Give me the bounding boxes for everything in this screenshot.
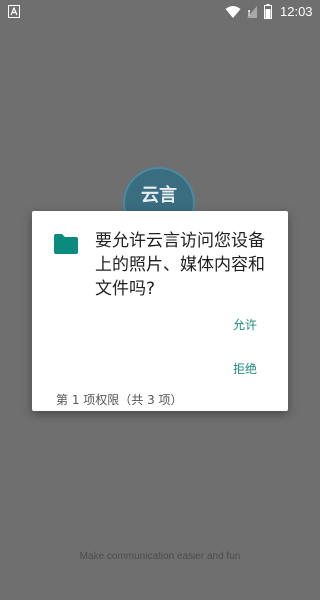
permission-dialog: 要允许云言访问您设备上的照片、媒体内容和文件吗? 允许 拒绝 第 1 项权限（共… bbox=[32, 211, 288, 411]
allow-button[interactable]: 允许 bbox=[228, 315, 262, 335]
status-bar: 12:03 bbox=[0, 0, 320, 24]
battery-icon bbox=[264, 4, 272, 19]
status-time: 12:03 bbox=[280, 4, 313, 19]
app-tagline: Make communication easier and fun bbox=[79, 551, 241, 562]
permission-counter: 第 1 项权限（共 3 项） bbox=[56, 393, 183, 407]
app-notification-icon bbox=[8, 5, 20, 18]
signal-icon bbox=[247, 6, 257, 18]
app-logo-text: 云言 bbox=[141, 185, 177, 206]
deny-button[interactable]: 拒绝 bbox=[228, 359, 262, 379]
permission-message: 要允许云言访问您设备上的照片、媒体内容和文件吗? bbox=[95, 231, 265, 299]
wifi-icon bbox=[225, 6, 241, 18]
folder-icon bbox=[54, 234, 78, 254]
